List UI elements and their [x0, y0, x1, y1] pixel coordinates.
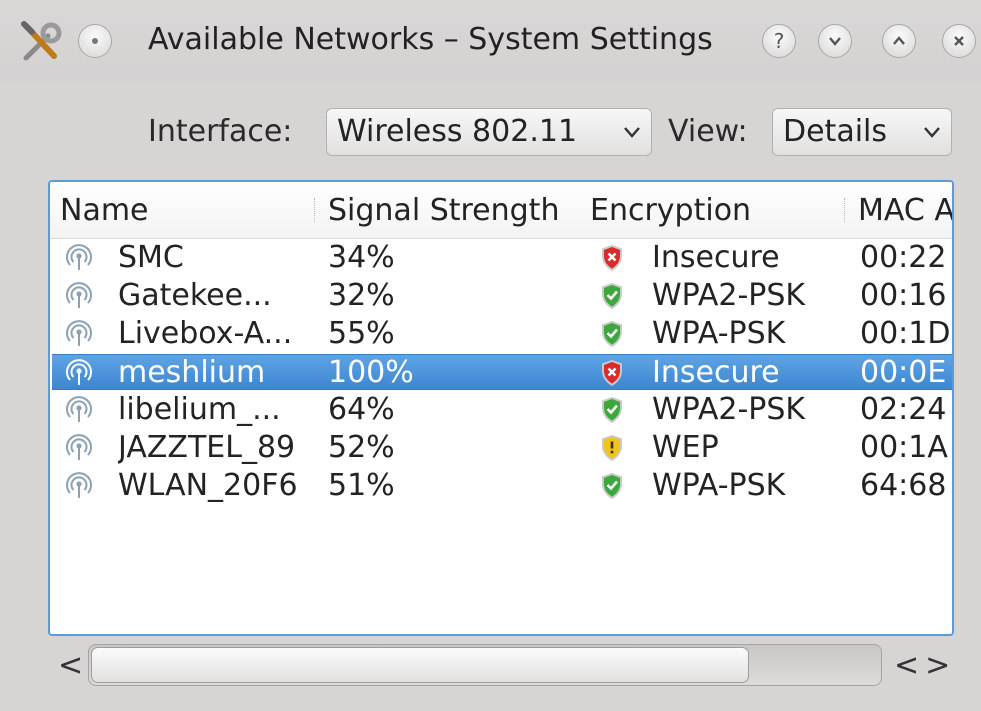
tools-icon[interactable]	[18, 20, 64, 66]
mac-address: 64:68	[860, 468, 947, 503]
table-row[interactable]: Livebox-A... 55% WPA-PSK 00:1D	[52, 316, 952, 352]
network-name: WLAN_20F6	[118, 468, 298, 503]
dot-icon	[92, 38, 98, 44]
network-name: JAZZTEL_89	[118, 430, 296, 465]
table-row[interactable]: WLAN_20F6 51% WPA-PSK 64:68	[52, 468, 952, 504]
mac-address: 02:24	[860, 392, 947, 427]
encryption-type: WPA-PSK	[652, 468, 786, 503]
chevron-down-icon	[624, 127, 640, 138]
interface-label: Interface:	[148, 114, 293, 149]
wireless-signal-icon	[66, 434, 92, 460]
wireless-signal-icon	[66, 244, 92, 270]
scroll-left-button[interactable]: <	[58, 648, 83, 684]
signal-strength: 64%	[328, 392, 395, 427]
encryption-type: WPA2-PSK	[652, 392, 806, 427]
network-name: libelium_...	[118, 392, 281, 427]
network-name: meshlium	[118, 355, 266, 390]
help-button[interactable]: ?	[762, 24, 796, 58]
chevron-down-icon	[924, 127, 940, 138]
signal-strength: 34%	[328, 240, 395, 275]
horizontal-scrollbar[interactable]	[88, 644, 882, 686]
encryption-type: WPA-PSK	[652, 316, 786, 351]
encryption-type: WEP	[652, 430, 719, 465]
wireless-signal-icon	[66, 396, 92, 422]
column-header-encryption[interactable]: Encryption	[590, 182, 840, 238]
shield-icon	[602, 245, 622, 271]
maximize-button[interactable]	[882, 24, 916, 58]
network-list[interactable]: Name Signal Strength Encryption MAC Addr…	[48, 180, 954, 636]
scroll-arrows-buttons[interactable]: <>	[894, 648, 954, 684]
table-row[interactable]: meshlium 100% Insecure 00:0E	[52, 354, 952, 390]
window-menu-button[interactable]	[78, 24, 112, 58]
mac-address: 00:1D	[860, 316, 951, 351]
shield-icon	[602, 435, 622, 461]
network-name: Gatekee...	[118, 278, 272, 313]
signal-strength: 52%	[328, 430, 395, 465]
mac-address: 00:1A	[860, 430, 948, 465]
minimize-button[interactable]	[818, 24, 852, 58]
table-header: Name Signal Strength Encryption MAC Addr…	[50, 182, 952, 239]
column-header-name[interactable]: Name	[60, 182, 310, 238]
close-button[interactable]	[942, 24, 976, 58]
encryption-type: WPA2-PSK	[652, 278, 806, 313]
shield-icon	[602, 473, 622, 499]
network-name: Livebox-A...	[118, 316, 293, 351]
table-row[interactable]: SMC 34% Insecure 00:22	[52, 240, 952, 276]
signal-strength: 32%	[328, 278, 395, 313]
encryption-type: Insecure	[652, 240, 780, 275]
wireless-signal-icon	[66, 320, 92, 346]
view-select-value: Details	[783, 114, 888, 149]
table-row[interactable]: JAZZTEL_89 52% WEP 00:1A	[52, 430, 952, 466]
mac-address: 00:22	[860, 240, 947, 275]
shield-icon	[602, 397, 622, 423]
mac-address: 00:0E	[860, 355, 947, 390]
help-icon: ?	[773, 29, 785, 53]
interface-select[interactable]: Wireless 802.11	[326, 108, 652, 156]
chevron-down-icon	[829, 37, 841, 46]
chevron-up-icon	[893, 36, 905, 45]
encryption-type: Insecure	[652, 355, 780, 390]
view-select[interactable]: Details	[772, 108, 952, 156]
signal-strength: 100%	[328, 355, 414, 390]
table-row[interactable]: Gatekee... 32% WPA2-PSK 00:16	[52, 278, 952, 314]
shield-icon	[602, 360, 622, 386]
wireless-signal-icon	[66, 472, 92, 498]
scrollbar-thumb[interactable]	[91, 647, 749, 683]
shield-icon	[602, 283, 622, 309]
mac-address: 00:16	[860, 278, 947, 313]
view-label: View:	[668, 114, 748, 149]
shield-icon	[602, 321, 622, 347]
column-divider[interactable]	[844, 198, 847, 222]
column-header-signal[interactable]: Signal Strength	[328, 182, 586, 238]
signal-strength: 55%	[328, 316, 395, 351]
signal-strength: 51%	[328, 468, 395, 503]
wireless-signal-icon	[66, 282, 92, 308]
column-divider[interactable]	[314, 198, 317, 222]
network-name: SMC	[118, 240, 184, 275]
wireless-signal-icon	[66, 359, 92, 385]
interface-select-value: Wireless 802.11	[337, 114, 578, 149]
column-header-mac[interactable]: MAC Address	[858, 182, 952, 238]
window-title: Available Networks – System Settings	[148, 22, 713, 57]
title-bar: Available Networks – System Settings ?	[0, 0, 981, 82]
table-row[interactable]: libelium_... 64% WPA2-PSK 02:24	[52, 392, 952, 428]
close-icon	[954, 36, 964, 46]
